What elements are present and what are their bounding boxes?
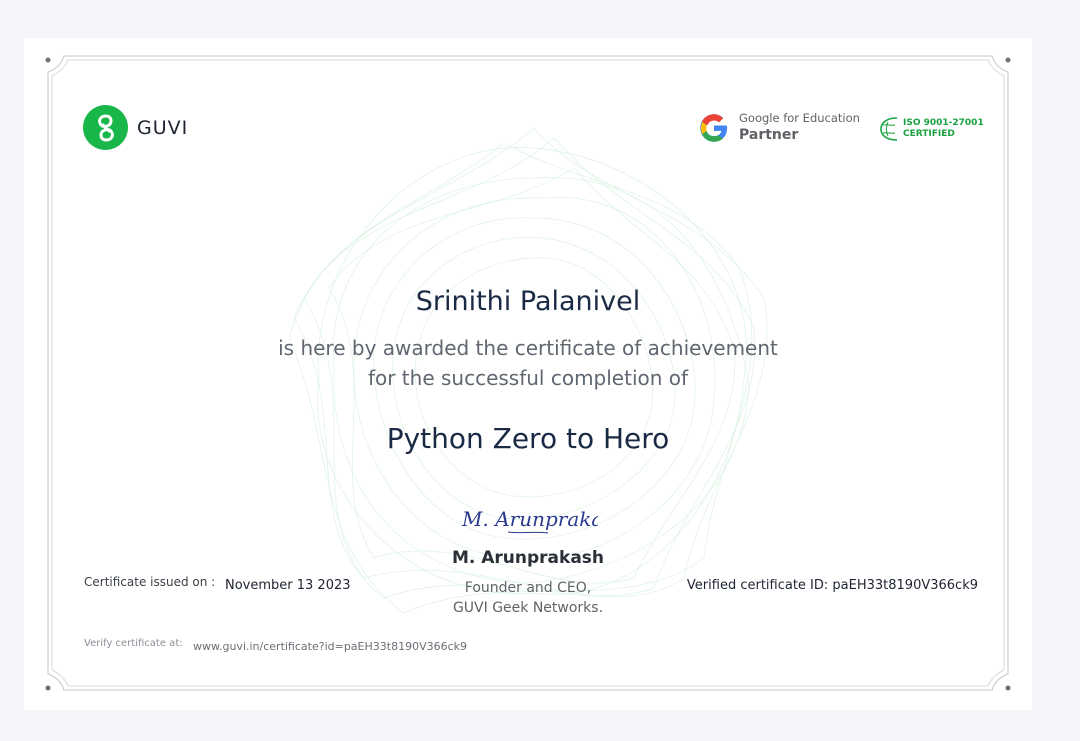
award-text-line1: is here by awarded the certificate of ac…: [278, 336, 778, 360]
signature-image: M. Arunprakash: [461, 507, 598, 534]
verified-certificate-id: Verified certificate ID: paEH33t8190V366…: [686, 578, 978, 593]
iso-line2: CERTIFIED: [903, 129, 955, 139]
guvi-logo: GUVI: [83, 105, 188, 150]
award-text-line2: for the successful completion of: [367, 366, 689, 390]
signer-role-line2: GUVI Geek Networks.: [452, 600, 604, 616]
partner-line1: Google for Education: [739, 111, 860, 125]
issued-date: November 13 2023: [225, 578, 351, 593]
partner-line2: Partner: [739, 127, 799, 143]
issued-on-label: Certificate issued on :: [84, 575, 216, 589]
brand-name: GUVI: [137, 116, 189, 139]
guvi-logo-icon: [83, 105, 128, 150]
iso-badge-icon: [880, 117, 898, 141]
certificate-sheet: GUVI Google for Education Partner ISO 90…: [24, 38, 1032, 710]
iso-certified-badge: ISO 9001-27001 CERTIFIED: [879, 114, 984, 144]
recipient-name: Srinithi Palanivel: [415, 286, 641, 317]
course-title: Python Zero to Hero: [386, 422, 670, 455]
verify-label: Verify certificate at:: [84, 638, 183, 649]
verify-url-link[interactable]: www.guvi.in/certificate?id=paEH33t8190V3…: [193, 640, 467, 653]
google-g-icon: [700, 113, 728, 142]
iso-line1: ISO 9001-27001: [903, 118, 984, 128]
svg-text:M. Arunprakash: M. Arunprakash: [461, 507, 598, 531]
signer-name: M. Arunprakash: [451, 548, 605, 568]
google-education-partner: Google for Education Partner: [699, 111, 860, 144]
